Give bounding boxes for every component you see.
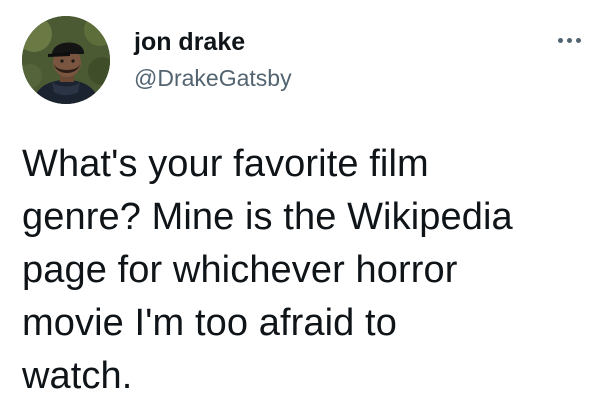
tweet-text-line: watch. [22, 355, 133, 397]
more-dot [557, 37, 563, 43]
author-display-name[interactable]: jon drake [134, 27, 245, 57]
author-handle[interactable]: @DrakeGatsby [134, 64, 292, 92]
tweet-card: jon drake @DrakeGatsby What's your favor… [0, 0, 599, 412]
tweet-text-line: movie I'm too afraid to [22, 302, 397, 344]
tweet-text: What's your favorite film genre? Mine is… [22, 138, 582, 403]
tweet-text-line: genre? Mine is the Wikipedia [22, 196, 513, 238]
author-avatar[interactable] [22, 16, 110, 104]
more-dot [566, 37, 572, 43]
more-options-icon[interactable] [551, 28, 587, 52]
tweet-text-line: What's your favorite film [22, 143, 429, 185]
more-dot [575, 37, 581, 43]
avatar-photo-icon [22, 16, 110, 104]
tweet-text-line: page for whichever horror [22, 249, 458, 291]
